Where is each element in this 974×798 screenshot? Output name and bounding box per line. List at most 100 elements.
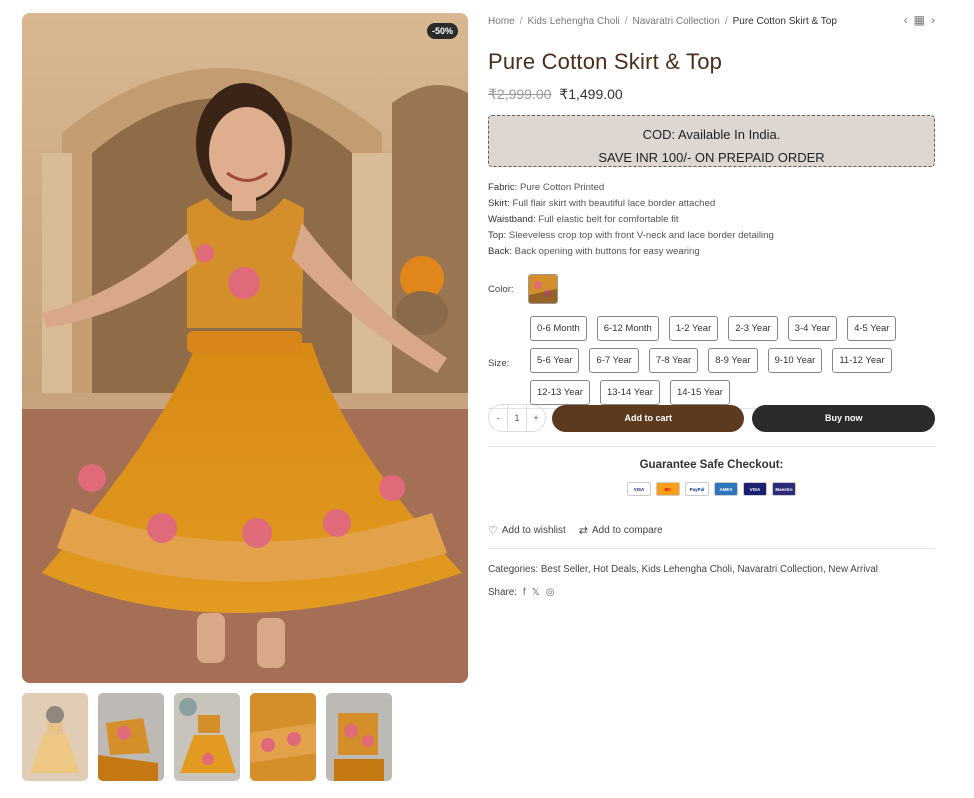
category-link-kids-lehengha-choli[interactable]: Kids Lehengha Choli bbox=[642, 564, 732, 575]
quantity-decrease-button[interactable]: - bbox=[489, 413, 507, 423]
size-option[interactable]: 2-3 Year bbox=[728, 316, 778, 341]
divider bbox=[488, 446, 935, 447]
size-option[interactable]: 0-6 Month bbox=[530, 316, 587, 341]
size-option[interactable]: 12-13 Year bbox=[530, 380, 590, 405]
swatch-image bbox=[528, 275, 557, 303]
cod-line-1: COD: Available In India. bbox=[642, 127, 781, 142]
next-product-icon[interactable]: › bbox=[931, 13, 935, 27]
facebook-icon[interactable]: f bbox=[523, 587, 526, 598]
product-main-image[interactable]: -50% bbox=[22, 13, 468, 683]
thumbnail-image bbox=[22, 693, 88, 781]
visa-electron-icon: VISA bbox=[743, 482, 767, 496]
category-link-navaratri-collection[interactable]: Navaratri Collection bbox=[737, 564, 822, 575]
detail-value: Pure Cotton Printed bbox=[520, 182, 605, 193]
size-option[interactable]: 8-9 Year bbox=[708, 348, 758, 373]
previous-product-icon[interactable]: ‹ bbox=[904, 13, 908, 27]
wishlist-label: Add to wishlist bbox=[501, 525, 566, 536]
thumbnail-image bbox=[326, 693, 392, 781]
compare-icon: ⇄ bbox=[578, 525, 589, 537]
x-twitter-icon[interactable]: 𝕏 bbox=[532, 587, 540, 598]
product-photo bbox=[22, 13, 468, 683]
size-option[interactable]: 6-12 Month bbox=[596, 316, 659, 341]
detail-value: Full elastic belt for comfortable fit bbox=[538, 214, 679, 225]
breadcrumb-navaratri-collection[interactable]: Navaratri Collection bbox=[633, 16, 720, 27]
size-options: 0-6 Month 6-12 Month 1-2 Year 2-3 Year 3… bbox=[530, 316, 930, 412]
visa-icon: VISA bbox=[627, 482, 651, 496]
detail-value: Full flair skirt with beautiful lace bor… bbox=[512, 198, 716, 209]
add-to-wishlist-link[interactable]: ♡ Add to wishlist bbox=[488, 524, 566, 537]
compare-label: Add to compare bbox=[592, 525, 663, 536]
categories-label: Categories: bbox=[488, 564, 539, 575]
detail-label: Waistband: bbox=[488, 214, 536, 225]
thumbnail-strip bbox=[22, 693, 392, 781]
thumbnail-5[interactable] bbox=[326, 693, 392, 781]
price-original: ₹2,999.00 bbox=[488, 86, 552, 102]
category-link-new-arrival[interactable]: New Arrival bbox=[828, 564, 878, 575]
detail-label: Top: bbox=[488, 230, 507, 241]
guarantee-heading: Guarantee Safe Checkout: bbox=[639, 459, 784, 471]
size-option[interactable]: 11-12 Year bbox=[832, 348, 892, 373]
size-option[interactable]: 13-14 Year bbox=[599, 380, 660, 405]
instagram-icon[interactable]: ◎ bbox=[546, 587, 555, 598]
size-option[interactable]: 6-7 Year bbox=[589, 348, 639, 373]
grid-icon[interactable]: ▦ bbox=[914, 13, 925, 27]
mastercard-icon: MC bbox=[656, 482, 680, 496]
share-label: Share: bbox=[488, 587, 517, 598]
category-link-hot-deals[interactable]: Hot Deals bbox=[593, 564, 636, 575]
breadcrumb-current: Pure Cotton Skirt & Top bbox=[732, 15, 837, 27]
product-navigation: ‹ ▦ › bbox=[904, 13, 935, 27]
detail-label: Skirt: bbox=[488, 198, 510, 209]
color-label: Color: bbox=[488, 283, 514, 295]
add-to-compare-link[interactable]: ⇄ Add to compare bbox=[579, 524, 663, 537]
size-selector: Size: 0-6 Month 6-12 Month 1-2 Year 2-3 … bbox=[488, 316, 935, 405]
thumbnail-2[interactable] bbox=[98, 693, 164, 781]
amex-icon: AMEX bbox=[714, 482, 738, 496]
breadcrumb: Home / Kids Lehengha Choli / Navaratri C… bbox=[488, 13, 935, 29]
payment-icons: VISA MC PayPal AMEX VISA Maestro bbox=[488, 482, 935, 496]
color-selector: Color: bbox=[488, 274, 935, 304]
breadcrumb-kids-lehengha-choli[interactable]: Kids Lehengha Choli bbox=[527, 16, 619, 27]
discount-badge: -50% bbox=[426, 23, 458, 39]
heart-icon: ♡ bbox=[488, 525, 498, 537]
size-option[interactable]: 14-15 Year bbox=[669, 380, 730, 405]
category-link-best-seller[interactable]: Best Seller bbox=[541, 564, 588, 575]
product-description: Fabric: Pure Cotton Printed Skirt: Full … bbox=[488, 180, 935, 260]
quantity-increase-button[interactable]: + bbox=[527, 413, 545, 423]
cod-notice: COD: Available In India. SAVE INR 100/- … bbox=[488, 115, 935, 167]
detail-fabric: Fabric: Pure Cotton Printed bbox=[488, 180, 935, 196]
size-option[interactable]: 3-4 Year bbox=[787, 316, 838, 341]
detail-skirt: Skirt: Full flair skirt with beautiful l… bbox=[488, 196, 935, 212]
size-option[interactable]: 7-8 Year bbox=[648, 348, 699, 373]
size-options-row: 0-6 Month 6-12 Month 1-2 Year 2-3 Year 3… bbox=[530, 316, 930, 341]
product-categories: Categories: Best Seller, Hot Deals, Kids… bbox=[488, 564, 878, 575]
product-summary: Home / Kids Lehengha Choli / Navaratri C… bbox=[488, 13, 935, 598]
detail-top: Top: Sleeveless crop top with front V-ne… bbox=[488, 228, 935, 244]
share-row: Share: f 𝕏 ◎ bbox=[488, 587, 935, 598]
detail-back: Back: Back opening with buttons for easy… bbox=[488, 244, 935, 260]
size-option[interactable]: 5-6 Year bbox=[530, 348, 580, 373]
breadcrumb-home[interactable]: Home bbox=[488, 16, 515, 27]
thumbnail-4[interactable] bbox=[250, 693, 316, 781]
thumbnail-1[interactable] bbox=[22, 693, 88, 781]
size-option[interactable]: 1-2 Year bbox=[668, 316, 719, 341]
size-options-row: 12-13 Year 13-14 Year 14-15 Year bbox=[530, 380, 930, 405]
size-option[interactable]: 4-5 Year bbox=[847, 316, 897, 341]
quantity-input[interactable]: 1 bbox=[507, 405, 527, 431]
size-label: Size: bbox=[488, 358, 510, 369]
thumbnail-image bbox=[98, 693, 164, 781]
size-options-row: 5-6 Year 6-7 Year 7-8 Year 8-9 Year 9-10… bbox=[530, 348, 930, 373]
breadcrumb-separator: / bbox=[519, 15, 523, 27]
maestro-icon: Maestro bbox=[772, 482, 796, 496]
thumbnail-3[interactable] bbox=[174, 693, 240, 781]
thumbnail-image bbox=[174, 693, 240, 781]
product-title: Pure Cotton Skirt & Top bbox=[488, 49, 723, 74]
price-sale: ₹1,499.00 bbox=[559, 86, 623, 102]
breadcrumb-separator: / bbox=[624, 15, 628, 27]
detail-value: Sleeveless crop top with front V-neck an… bbox=[508, 230, 774, 241]
size-option[interactable]: 9-10 Year bbox=[767, 348, 823, 373]
detail-label: Fabric: bbox=[488, 182, 518, 193]
thumbnail-image bbox=[250, 693, 316, 781]
detail-label: Back: bbox=[488, 246, 512, 257]
color-swatch[interactable] bbox=[527, 274, 558, 304]
paypal-icon: PayPal bbox=[685, 482, 709, 496]
